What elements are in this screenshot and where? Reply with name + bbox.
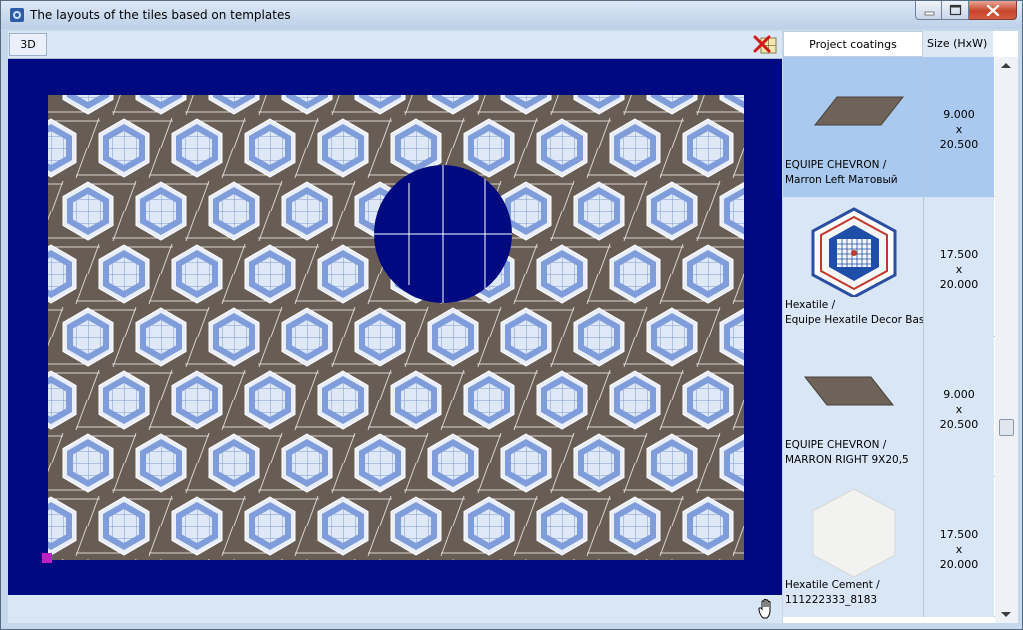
app-window: The layouts of the tiles based on templa… <box>0 0 1023 630</box>
hexagon-decor-tile-icon <box>811 207 897 297</box>
view-3d-button[interactable]: 3D <box>9 33 47 56</box>
hexagon-white-tile-icon <box>812 488 896 577</box>
coating-subname: 111222333_8183 <box>785 594 878 606</box>
pan-hand-icon[interactable] <box>757 598 777 620</box>
coating-row[interactable]: Hexatile Cement / 111222333_8183 17.500 … <box>783 477 995 617</box>
scroll-down-icon[interactable] <box>1001 612 1011 617</box>
coating-row[interactable]: EQUIPE CHEVRON / Marron Left Матовый 9.0… <box>783 57 995 197</box>
close-icon <box>986 4 1000 17</box>
vertical-scrollbar[interactable] <box>995 57 1018 623</box>
minimize-button[interactable] <box>915 1 942 20</box>
coating-name: EQUIPE CHEVRON / <box>785 439 887 451</box>
title-bar[interactable]: The layouts of the tiles based on templa… <box>1 1 1022 29</box>
delete-layout-icon[interactable] <box>752 34 780 56</box>
scroll-up-icon[interactable] <box>1001 63 1011 68</box>
coatings-list: EQUIPE CHEVRON / Marron Left Матовый 9.0… <box>783 57 995 623</box>
size-width: 20.000 <box>939 558 979 571</box>
column-header-size[interactable]: Size (HxW) <box>923 31 993 57</box>
project-coatings-panel: Project coatings Size (HxW) EQUIPE CHEVR… <box>783 31 1018 623</box>
status-bar <box>8 595 782 623</box>
coating-row[interactable]: Hexatile / Equipe Hexatile Decor Basilic… <box>783 197 995 337</box>
scroll-thumb[interactable] <box>999 419 1014 436</box>
tile-pattern <box>48 95 744 560</box>
size-separator: x <box>955 403 963 416</box>
origin-marker[interactable] <box>42 553 52 563</box>
size-separator: x <box>955 543 963 556</box>
size-separator: x <box>955 123 963 136</box>
toolbar: 3D <box>8 31 782 59</box>
coating-subname: MARRON RIGHT 9X20,5 <box>785 454 909 466</box>
app-icon <box>10 8 24 22</box>
size-height: 9.000 <box>943 388 975 401</box>
size-separator: x <box>955 263 963 276</box>
window-title: The layouts of the tiles based on templa… <box>30 8 291 22</box>
parallelogram-tile-icon <box>803 376 895 406</box>
close-button[interactable] <box>969 1 1017 20</box>
size-width: 20.500 <box>939 138 979 151</box>
size-height: 9.000 <box>943 108 975 121</box>
coating-name: Hexatile / <box>785 299 836 311</box>
size-height: 17.500 <box>939 248 979 261</box>
size-width: 20.000 <box>939 278 979 291</box>
parallelogram-tile-icon <box>813 96 905 126</box>
coating-subname: Marron Left Матовый <box>785 174 898 186</box>
maximize-icon <box>949 4 962 16</box>
size-width: 20.500 <box>939 418 979 431</box>
coating-row[interactable]: EQUIPE CHEVRON / MARRON RIGHT 9X20,5 9.0… <box>783 337 995 477</box>
column-header-coatings[interactable]: Project coatings <box>783 31 923 57</box>
size-height: 17.500 <box>939 528 979 541</box>
coating-subname: Equipe Hexatile Decor Basilic <box>785 314 925 326</box>
maximize-button[interactable] <box>942 1 969 20</box>
coating-name: EQUIPE CHEVRON / <box>785 159 887 171</box>
minimize-icon <box>924 11 935 16</box>
tile-layout-area[interactable] <box>48 95 744 560</box>
coating-name: Hexatile Cement / <box>785 579 880 591</box>
layout-canvas[interactable] <box>8 59 782 595</box>
